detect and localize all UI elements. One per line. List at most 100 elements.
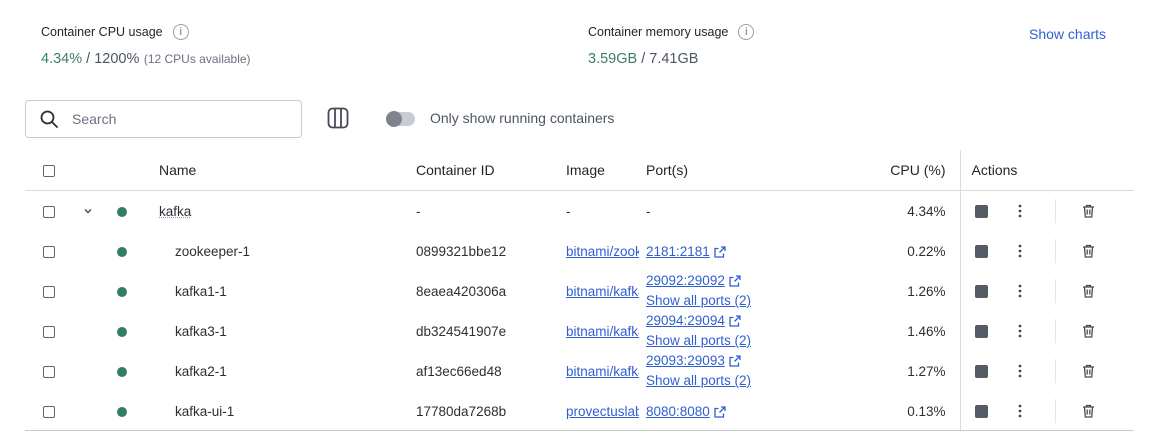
stop-icon[interactable] bbox=[974, 324, 988, 338]
stop-icon[interactable] bbox=[974, 244, 988, 258]
table-row[interactable]: kafka1-1 8eaea420306a bitnami/kafka 2909… bbox=[25, 271, 1134, 311]
more-vertical-icon[interactable] bbox=[1018, 404, 1022, 418]
table-header-row: Name Container ID Image Port(s) CPU (%) … bbox=[25, 150, 1134, 191]
cpu-usage-label: Container CPU usage bbox=[41, 25, 163, 39]
cpu-usage-value: 4.34% / 1200% (12 CPUs available) bbox=[41, 51, 251, 67]
row-checkbox[interactable] bbox=[43, 245, 55, 258]
row-checkbox[interactable] bbox=[43, 205, 55, 218]
stop-icon[interactable] bbox=[974, 404, 988, 418]
table-row[interactable]: zookeeper-1 0899321bbe12 bitnami/zookeep… bbox=[25, 231, 1134, 271]
header-actions: Actions bbox=[959, 150, 1134, 191]
port-link[interactable]: 29092:29092 bbox=[646, 273, 725, 288]
header-container-id[interactable]: Container ID bbox=[416, 150, 566, 191]
more-vertical-icon[interactable] bbox=[1018, 324, 1022, 338]
image: - bbox=[566, 203, 571, 219]
running-only-toggle[interactable] bbox=[386, 111, 415, 127]
memory-usage-value: 3.59GB / 7.41GB bbox=[588, 51, 699, 67]
header-ports[interactable]: Port(s) bbox=[646, 150, 848, 191]
container-id: db324541907e bbox=[416, 323, 507, 339]
show-charts-button[interactable]: Show charts bbox=[1029, 26, 1106, 42]
external-link-icon bbox=[714, 406, 726, 418]
external-link-icon bbox=[714, 246, 726, 258]
show-all-ports-link[interactable]: Show all ports (2) bbox=[646, 333, 751, 348]
image-link[interactable]: provectuslabs/kafka-ui bbox=[566, 404, 639, 419]
status-dot-icon bbox=[117, 286, 127, 297]
more-vertical-icon[interactable] bbox=[1018, 364, 1022, 378]
table-row[interactable]: kafka-ui-1 17780da7268b provectuslabs/ka… bbox=[25, 391, 1134, 431]
container-name[interactable]: kafka-ui-1 bbox=[175, 404, 234, 419]
container-name[interactable]: kafka2-1 bbox=[175, 364, 227, 379]
action-divider bbox=[1055, 279, 1057, 303]
container-name[interactable]: zookeeper-1 bbox=[175, 244, 250, 259]
trash-icon[interactable] bbox=[1082, 364, 1095, 378]
action-divider bbox=[1055, 239, 1057, 263]
port: - bbox=[646, 203, 651, 219]
table-row[interactable]: kafka3-1 db324541907e bitnami/kafka 2909… bbox=[25, 311, 1134, 351]
show-all-ports-link[interactable]: Show all ports (2) bbox=[646, 293, 751, 308]
row-checkbox[interactable] bbox=[43, 285, 55, 298]
container-id: - bbox=[416, 203, 421, 219]
more-vertical-icon[interactable] bbox=[1018, 284, 1022, 298]
port-link[interactable]: 29094:29094 bbox=[646, 313, 725, 328]
image-link[interactable]: bitnami/kafka bbox=[566, 364, 639, 379]
toggle-knob bbox=[386, 111, 402, 127]
info-icon[interactable]: i bbox=[172, 24, 189, 40]
row-checkbox[interactable] bbox=[43, 365, 55, 378]
external-link-icon bbox=[729, 355, 741, 368]
chevron-down-icon[interactable] bbox=[83, 206, 93, 216]
cpu-value: 1.46% bbox=[907, 323, 946, 339]
row-checkbox[interactable] bbox=[43, 325, 55, 338]
containers-table: Name Container ID Image Port(s) CPU (%) … bbox=[25, 150, 1134, 431]
more-vertical-icon[interactable] bbox=[1018, 204, 1022, 218]
status-dot-icon bbox=[117, 206, 127, 217]
trash-icon[interactable] bbox=[1082, 244, 1095, 258]
status-dot-icon bbox=[117, 246, 127, 257]
container-name[interactable]: kafka3-1 bbox=[175, 324, 227, 339]
external-link-icon bbox=[729, 315, 741, 328]
cpu-value: 1.26% bbox=[907, 283, 946, 299]
trash-icon[interactable] bbox=[1082, 324, 1095, 338]
status-dot-icon bbox=[117, 366, 127, 377]
status-dot-icon bbox=[117, 326, 127, 337]
cpu-value: 1.27% bbox=[907, 363, 946, 379]
stop-icon[interactable] bbox=[974, 364, 988, 378]
cpu-usage-block: Container CPU usage i 4.34% / 1200% (12 … bbox=[41, 24, 251, 68]
trash-icon[interactable] bbox=[1082, 284, 1095, 298]
header-image[interactable]: Image bbox=[566, 150, 646, 191]
action-divider bbox=[1055, 199, 1057, 223]
show-all-ports-link[interactable]: Show all ports (2) bbox=[646, 373, 751, 388]
status-dot-icon bbox=[117, 406, 127, 417]
container-id: 8eaea420306a bbox=[416, 283, 507, 299]
action-divider bbox=[1055, 319, 1057, 343]
stop-icon[interactable] bbox=[974, 284, 988, 298]
port-link[interactable]: 2181:2181 bbox=[646, 244, 710, 259]
action-divider bbox=[1055, 359, 1057, 383]
info-icon[interactable]: i bbox=[738, 24, 755, 40]
external-link-icon bbox=[729, 275, 741, 288]
cpu-value: 0.13% bbox=[907, 403, 946, 419]
port-link[interactable]: 29093:29093 bbox=[646, 353, 725, 368]
memory-usage-label: Container memory usage bbox=[588, 25, 729, 39]
image-link[interactable]: bitnami/kafka bbox=[566, 284, 639, 299]
search-input[interactable] bbox=[70, 110, 284, 128]
container-name[interactable]: kafka1-1 bbox=[175, 284, 227, 299]
more-vertical-icon[interactable] bbox=[1018, 244, 1022, 258]
trash-icon[interactable] bbox=[1082, 204, 1095, 218]
container-name[interactable]: kafka bbox=[159, 204, 191, 219]
cpu-value: 4.34% bbox=[907, 203, 946, 219]
trash-icon[interactable] bbox=[1082, 404, 1095, 418]
image-link[interactable]: bitnami/zookeeper bbox=[566, 244, 639, 259]
port-link[interactable]: 8080:8080 bbox=[646, 404, 710, 419]
memory-usage-block: Container memory usage i 3.59GB / 7.41GB bbox=[588, 24, 755, 68]
select-all-checkbox[interactable] bbox=[43, 165, 55, 178]
cpu-available-note: (12 CPUs available) bbox=[143, 52, 251, 66]
header-name[interactable]: Name bbox=[159, 150, 416, 191]
columns-icon[interactable] bbox=[327, 107, 349, 129]
row-checkbox[interactable] bbox=[43, 405, 55, 418]
compose-group-row[interactable]: kafka - - - 4.34% bbox=[25, 190, 1134, 231]
header-cpu[interactable]: CPU (%) bbox=[848, 150, 960, 191]
search-field[interactable] bbox=[25, 100, 302, 138]
stop-icon[interactable] bbox=[974, 204, 988, 218]
table-row[interactable]: kafka2-1 af13ec66ed48 bitnami/kafka 2909… bbox=[25, 351, 1134, 391]
image-link[interactable]: bitnami/kafka bbox=[566, 324, 639, 339]
